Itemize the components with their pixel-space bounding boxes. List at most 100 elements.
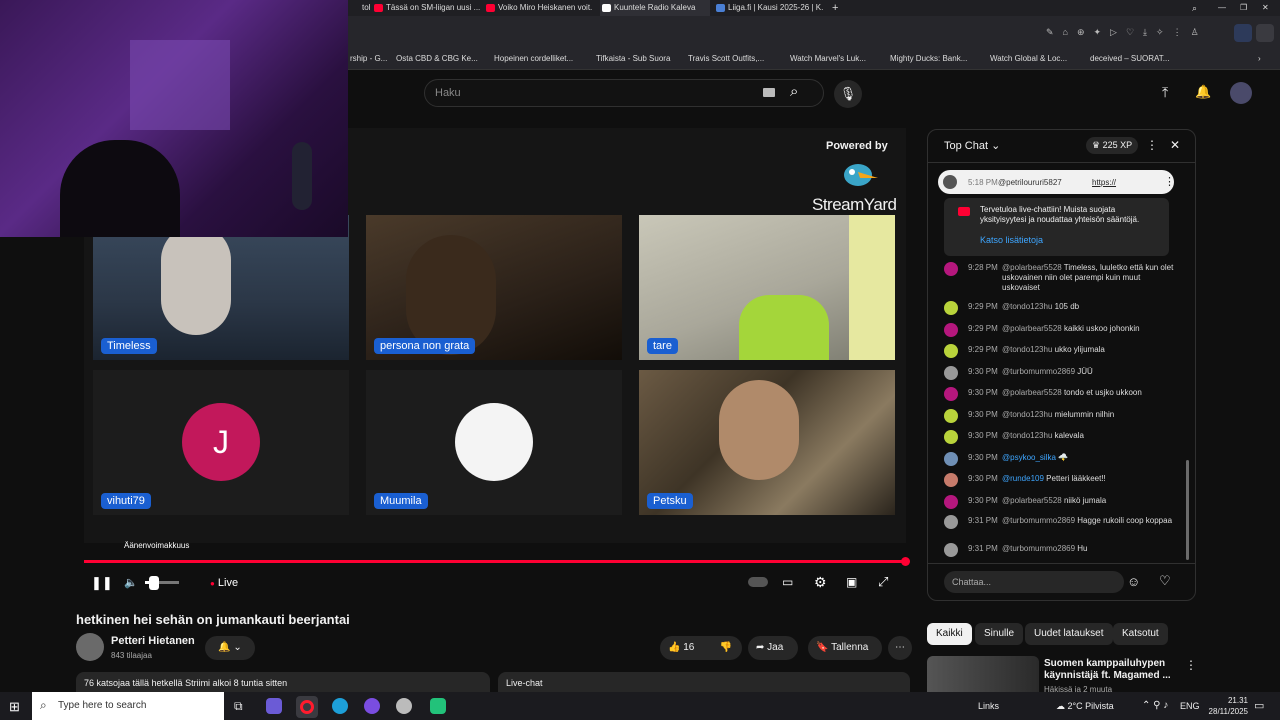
streamyard-wordmark: StreamYard bbox=[812, 195, 897, 214]
participant-tile: Muumila bbox=[366, 370, 622, 515]
upload-icon[interactable]: ⤒ bbox=[1162, 84, 1168, 101]
pause-icon[interactable]: ❚❚ bbox=[91, 575, 113, 591]
search-tabs-icon[interactable]: ⌕ bbox=[1190, 0, 1204, 16]
opera-icon[interactable] bbox=[296, 696, 318, 718]
liiga-icon bbox=[716, 4, 725, 12]
task-view-icon[interactable]: ⧉ bbox=[234, 699, 243, 714]
bookmark[interactable]: rship - G... bbox=[350, 54, 387, 63]
microphone-icon[interactable]: 🎙 bbox=[834, 80, 862, 108]
app-icon[interactable] bbox=[396, 698, 412, 714]
new-tab-button[interactable]: + bbox=[830, 0, 844, 16]
links-toolbar[interactable]: Links bbox=[978, 701, 999, 711]
edge-icon[interactable] bbox=[332, 698, 348, 714]
recommended-title[interactable]: Suomen kamppailuhypen käynnistäjä ft. Ma… bbox=[1044, 658, 1178, 682]
chat-avatar bbox=[944, 344, 958, 358]
miniplayer-icon[interactable]: ▣ bbox=[846, 575, 857, 589]
volume-icon[interactable]: 🔈 bbox=[124, 576, 138, 589]
recommended-thumbnail[interactable] bbox=[927, 656, 1039, 692]
bookmark[interactable]: Travis Scott Outfits,... bbox=[688, 54, 764, 63]
participant-tile: Petsku bbox=[639, 370, 895, 515]
like-button[interactable]: 👍 16 👎 bbox=[660, 636, 742, 660]
share-button[interactable]: ➦ Jaa bbox=[748, 636, 798, 660]
chat-avatar bbox=[944, 430, 958, 444]
chat-menu-icon[interactable]: ⋮ bbox=[1146, 138, 1158, 152]
channel-avatar[interactable] bbox=[76, 633, 104, 661]
weather-widget[interactable]: ☁ 2°C Pilvista bbox=[1056, 701, 1114, 712]
subscribed-bell-button[interactable]: 🔔 ⌄ bbox=[205, 636, 255, 660]
bookmarks-overflow-icon[interactable]: › bbox=[1258, 54, 1261, 63]
language-indicator[interactable]: ENG bbox=[1180, 701, 1200, 711]
learn-more-link[interactable]: Katso lisätietoja bbox=[980, 235, 1043, 245]
windows-taskbar: ⊞ ⌕ Type here to search ⧉ Links ☁ 2°C Pil… bbox=[0, 692, 1280, 720]
search-input[interactable]: Haku bbox=[424, 79, 824, 107]
clock[interactable]: 21.31 28/11/2025 bbox=[1200, 695, 1248, 717]
app-icon[interactable] bbox=[430, 698, 446, 714]
streamyard-logo bbox=[836, 160, 880, 190]
extension-icons[interactable]: ✎⌂⊕✦▷♡⤓✧⋮♙ bbox=[1046, 27, 1208, 38]
autoplay-toggle[interactable] bbox=[748, 577, 768, 587]
chat-avatar bbox=[944, 473, 958, 487]
chat-input[interactable]: Chattaa... bbox=[944, 571, 1124, 593]
progress-bar[interactable] bbox=[84, 560, 906, 563]
volume-handle[interactable] bbox=[149, 576, 159, 590]
profile-icon[interactable] bbox=[1256, 24, 1274, 42]
pinned-message[interactable]: 5:18 PM @petriloururi5827 https:// ⋮ bbox=[938, 170, 1175, 194]
chip-watched[interactable]: Katsotut bbox=[1113, 623, 1168, 645]
chat-avatar bbox=[944, 495, 958, 509]
participant-name: Muumila bbox=[374, 493, 428, 509]
chat-scrollbar[interactable] bbox=[1186, 460, 1189, 560]
subtitles-icon[interactable]: ▭ bbox=[782, 575, 793, 589]
bookmark[interactable]: Watch Marvel's Luk... bbox=[790, 54, 866, 63]
notifications-icon[interactable]: 🔔 bbox=[1195, 84, 1211, 100]
search-icon[interactable]: ⌕ bbox=[790, 83, 798, 100]
chip-all[interactable]: Kaikki bbox=[927, 623, 972, 645]
fullscreen-icon[interactable]: ⤢ bbox=[878, 574, 888, 590]
emoji-icon[interactable]: ☺ bbox=[1127, 574, 1140, 589]
bookmark[interactable]: Hopeinen cordelliket... bbox=[494, 54, 573, 63]
close-chat-icon[interactable]: ✕ bbox=[1170, 138, 1180, 152]
welcome-banner: Tervetuloa live-chattiin! Muista suojata… bbox=[944, 198, 1169, 256]
live-indicator[interactable]: ● Live bbox=[210, 577, 238, 589]
chip-for-you[interactable]: Sinulle bbox=[975, 623, 1024, 645]
copilot-icon[interactable] bbox=[266, 698, 282, 714]
account-avatar[interactable] bbox=[1230, 82, 1252, 104]
bookmark[interactable]: Watch Global & Loc... bbox=[990, 54, 1067, 63]
bookmark[interactable]: Osta CBD & CBG Ke... bbox=[396, 54, 478, 63]
bookmark[interactable]: Tifkaista - Sub Suora bbox=[596, 54, 670, 63]
chat-avatar bbox=[944, 387, 958, 401]
xp-badge[interactable]: ♛ 225 XP bbox=[1086, 137, 1139, 154]
participant-tile: J vihuti79 bbox=[93, 370, 349, 515]
recommended-menu-icon[interactable]: ⋮ bbox=[1185, 658, 1197, 672]
chip-new-uploads[interactable]: Uudet lataukset bbox=[1025, 623, 1113, 645]
tab-2[interactable]: Voiko Miro Heiskanen voit... bbox=[484, 0, 592, 16]
extension-icon[interactable] bbox=[1234, 24, 1252, 42]
heart-icon[interactable]: ♡ bbox=[1159, 573, 1171, 589]
tab-4[interactable]: Liiga.fi | Kausi 2025-26 | K... bbox=[714, 0, 824, 16]
tab-partial[interactable]: tohu bbox=[348, 0, 370, 16]
dislike-icon[interactable]: 👎 bbox=[720, 636, 732, 660]
pinned-menu-icon[interactable]: ⋮ bbox=[1164, 175, 1175, 188]
description-box[interactable]: 76 katsojaa tällä hetkellä Striimi alkoi… bbox=[76, 672, 490, 692]
save-button[interactable]: 🔖 Tallenna bbox=[808, 636, 882, 660]
youtube-icon bbox=[958, 207, 970, 216]
maximize-button[interactable]: ❐ bbox=[1238, 0, 1252, 16]
progress-scrubber[interactable] bbox=[901, 557, 910, 566]
livechat-box-label[interactable]: Live-chat bbox=[498, 672, 910, 692]
minimize-button[interactable]: — bbox=[1216, 0, 1230, 16]
taskbar-search[interactable]: ⌕ Type here to search bbox=[32, 692, 224, 720]
channel-name[interactable]: Petteri Hietanen bbox=[111, 635, 195, 647]
close-button[interactable]: ✕ bbox=[1260, 0, 1274, 16]
tab-3[interactable]: Kuuntele Radio Kaleva bbox=[600, 0, 710, 16]
bookmark[interactable]: Mighty Ducks: Bank... bbox=[890, 54, 967, 63]
bookmark[interactable]: deceived – SUORAT... bbox=[1090, 54, 1169, 63]
keyboard-icon[interactable] bbox=[763, 88, 775, 97]
system-tray-icons[interactable]: ⌃ ⚲ ♪ bbox=[1142, 700, 1168, 711]
more-actions-button[interactable]: ⋯ bbox=[888, 636, 912, 660]
top-chat-dropdown[interactable]: Top Chat ⌄ bbox=[944, 139, 1000, 152]
chat-avatar bbox=[944, 366, 958, 380]
settings-icon[interactable]: ⚙ bbox=[814, 574, 827, 591]
notification-center-icon[interactable]: ▭ bbox=[1254, 699, 1264, 712]
messenger-icon[interactable] bbox=[364, 698, 380, 714]
tab-1[interactable]: Tässä on SM-liigan uusi ... bbox=[372, 0, 480, 16]
windows-start-icon[interactable]: ⊞ bbox=[9, 699, 20, 715]
